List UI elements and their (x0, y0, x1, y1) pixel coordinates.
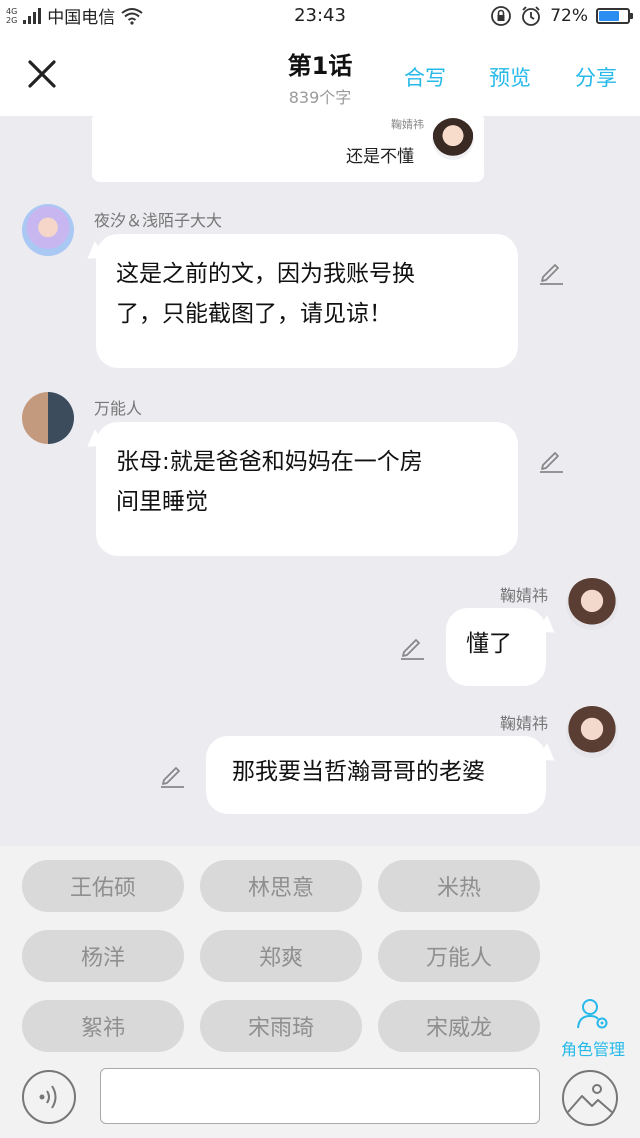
image-icon (567, 1084, 615, 1115)
avatar[interactable] (22, 204, 74, 256)
image-button[interactable] (562, 1070, 618, 1126)
message-author: 鞠婧祎 (499, 586, 548, 605)
character-chip[interactable]: 宋雨琦 (200, 1000, 362, 1052)
message-line: 那我要当哲瀚哥哥的老婆 (232, 759, 485, 785)
message-line: 张母:就是爸爸和妈妈在一个房 (116, 449, 423, 475)
alarm-icon (522, 6, 541, 26)
message-input[interactable] (100, 1068, 540, 1124)
character-chip[interactable]: 郑爽 (200, 930, 362, 982)
role-manager-label: 角色管理 (560, 1040, 625, 1059)
chat-area[interactable]: 鞠婧祎 还是不懂 夜汐＆浅陌子大大 这是之前的文，因为我账号换 了，只能截图了，… (0, 116, 640, 846)
composer-panel: 王佑硕 林思意 米热 杨洋 郑爽 万能人 絮祎 宋雨琦 宋威龙 角色管理 (0, 846, 640, 1138)
character-chip[interactable]: 杨洋 (22, 930, 184, 982)
avatar[interactable] (566, 578, 618, 630)
edit-icon[interactable] (158, 760, 186, 788)
header: 第1话 839个字 合写 预览 分享 (0, 34, 640, 116)
character-chip[interactable]: 米热 (378, 860, 540, 912)
voice-button[interactable] (22, 1070, 76, 1124)
preview-button[interactable]: 预览 (489, 62, 531, 92)
message-bubble[interactable]: 那我要当哲瀚哥哥的老婆 (206, 736, 546, 814)
edit-icon[interactable] (537, 445, 565, 473)
rotation-lock-icon (491, 6, 512, 26)
avatar[interactable] (22, 392, 74, 444)
avatar[interactable] (566, 706, 618, 758)
message-line: 间里睡觉 (116, 489, 208, 515)
message-text: 还是不懂 (346, 147, 414, 167)
battery-icon (596, 8, 633, 24)
character-chip[interactable]: 絮祎 (22, 1000, 184, 1052)
message-author: 万能人 (94, 399, 143, 418)
message-author: 夜汐＆浅陌子大大 (94, 211, 223, 230)
status-right: 72% (490, 5, 633, 27)
role-manager-icon (577, 999, 608, 1029)
message-author: 鞠婧祎 (499, 714, 548, 733)
share-button[interactable]: 分享 (575, 62, 617, 92)
message-bubble[interactable]: 这是之前的文，因为我账号换 了，只能截图了，请见谅！ (96, 234, 518, 368)
co-write-button[interactable]: 合写 (404, 62, 446, 92)
message-bubble[interactable]: 懂了 (446, 608, 546, 686)
battery-percent: 72% (550, 6, 588, 26)
role-manager-button[interactable]: 角色管理 (556, 998, 630, 1060)
character-chip[interactable]: 万能人 (378, 930, 540, 982)
edit-icon[interactable] (398, 632, 426, 660)
previous-message-card[interactable]: 鞠婧祎 还是不懂 (92, 116, 484, 182)
character-chip[interactable]: 林思意 (200, 860, 362, 912)
message-line: 懂了 (466, 631, 512, 657)
message-author: 鞠婧祎 (391, 118, 424, 131)
character-chip[interactable]: 王佑硕 (22, 860, 184, 912)
page-title: 第1话 (287, 52, 353, 80)
battery-fill (599, 11, 620, 21)
voice-icon (39, 1085, 57, 1109)
status-bar: 4G 2G 中国电信 23:43 72% (0, 0, 640, 34)
message-line: 了，只能截图了，请见谅！ (116, 301, 392, 327)
avatar (432, 118, 474, 160)
edit-icon[interactable] (537, 257, 565, 285)
character-chip[interactable]: 宋威龙 (378, 1000, 540, 1052)
message-line: 这是之前的文，因为我账号换 (116, 261, 415, 287)
message-bubble[interactable]: 张母:就是爸爸和妈妈在一个房 间里睡觉 (96, 422, 518, 556)
word-count: 839个字 (288, 88, 352, 107)
